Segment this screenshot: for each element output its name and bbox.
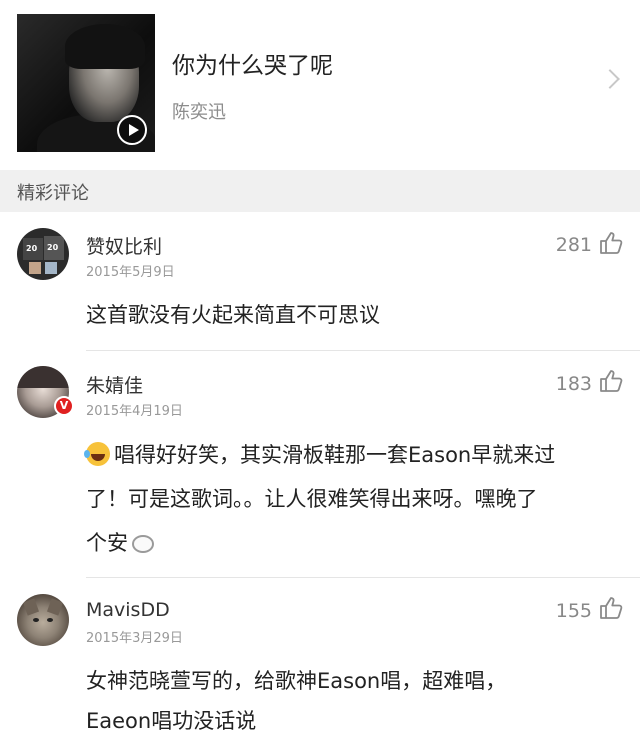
like-count: 183	[555, 373, 592, 395]
comment-username[interactable]: 赞奴比利	[86, 232, 162, 259]
comment-username[interactable]: 朱婧佳	[86, 371, 143, 398]
comment-text-line: 了！可是这歌词。。让人很难笑得出来呀。嘿晚了	[86, 487, 538, 511]
tears-of-joy-emoji	[84, 442, 110, 466]
comment-date: 2015年3月29日	[86, 631, 183, 646]
song-title: 你为什么哭了呢	[172, 53, 333, 79]
comment-text: 女神范晓萱写的，给歌神Eason唱，超难唱， Eaeon唱功没话说	[86, 662, 626, 736]
comment-text: 唱得好好笑，其实滑板鞋那一套Eason早就来过 了！可是这歌词。。让人很难笑得出…	[84, 436, 626, 562]
thought-bubble-emoji	[132, 535, 154, 553]
album-cover[interactable]	[17, 14, 155, 152]
like-count: 281	[555, 234, 592, 256]
divider	[86, 577, 640, 578]
comment-date: 2015年5月9日	[86, 265, 175, 280]
comment-text-line: 唱得好好笑，其实滑板鞋那一套Eason早就来过	[84, 436, 626, 474]
like-count: 155	[555, 600, 592, 622]
comment-date: 2015年4月19日	[86, 404, 183, 419]
section-title: 精彩评论	[17, 183, 89, 204]
thumbs-up-icon[interactable]	[598, 368, 624, 394]
comment-username[interactable]: MavisDD	[86, 599, 170, 621]
thumbs-up-icon[interactable]	[598, 230, 624, 256]
play-icon[interactable]	[117, 115, 147, 145]
chevron-right-icon[interactable]	[600, 69, 620, 89]
avatar[interactable]	[17, 594, 69, 646]
comment-text-line: 女神范晓萱写的，给歌神Eason唱，超难唱，	[86, 669, 507, 693]
avatar[interactable]: 20 20	[17, 228, 69, 280]
section-header: 精彩评论	[0, 170, 640, 212]
divider	[86, 350, 640, 351]
song-artist: 陈奕迅	[172, 102, 226, 123]
verified-badge: V	[54, 396, 74, 416]
comment-text: 这首歌没有火起来简直不可思议	[86, 303, 380, 327]
song-header[interactable]: 你为什么哭了呢 陈奕迅	[0, 0, 640, 168]
cover-hair	[65, 24, 145, 69]
comment-text-line: Eaeon唱功没话说	[86, 709, 257, 733]
thumbs-up-icon[interactable]	[598, 595, 624, 621]
comment-text-line: 个安	[86, 524, 626, 562]
